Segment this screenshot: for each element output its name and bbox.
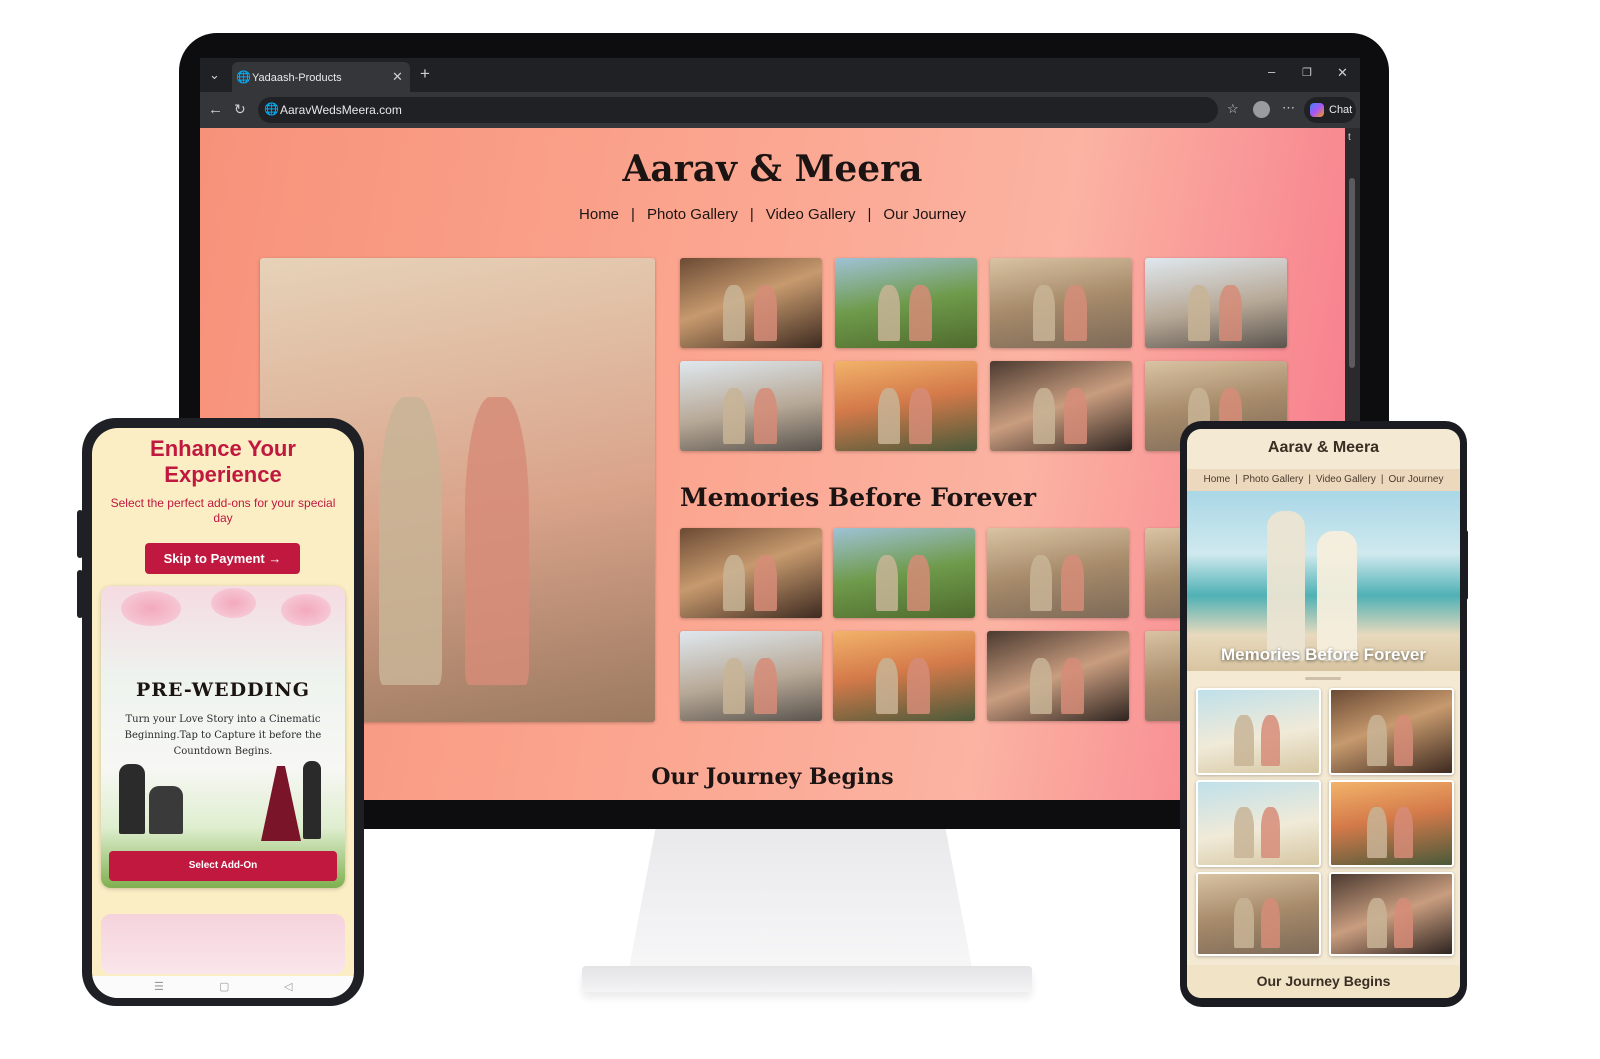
flower-decoration	[281, 594, 331, 626]
flower-decoration	[211, 588, 256, 618]
nav-separator: |	[1308, 474, 1311, 485]
globe-icon: 🌐	[236, 70, 251, 84]
camera-figure	[149, 786, 183, 834]
plus-icon[interactable]: +	[420, 64, 430, 84]
site-title: Aarav & Meera	[622, 148, 923, 190]
nav-video-gallery[interactable]: Video Gallery	[766, 206, 856, 223]
tablet-screen: Aarav & Meera Home | Photo Gallery | Video G…	[1187, 429, 1460, 998]
card-title: PRE-WEDDING	[135, 679, 310, 701]
gallery-photo[interactable]	[987, 528, 1129, 618]
website-page: Aarav & Meera Home | Photo Gallery | Video G…	[200, 128, 1345, 800]
gallery-photo[interactable]	[680, 528, 822, 618]
gallery-photo[interactable]	[680, 631, 822, 721]
nav-photo-gallery[interactable]: Photo Gallery	[647, 206, 738, 223]
more-icon[interactable]: ⋯	[1282, 100, 1295, 116]
nav-separator: |	[867, 206, 872, 223]
bride-figure	[261, 766, 301, 841]
gallery-photo[interactable]	[835, 361, 977, 451]
tablet-nav-photo-gallery[interactable]: Photo Gallery	[1243, 474, 1304, 485]
close-icon[interactable]: ✕	[392, 69, 403, 85]
address-bar[interactable]: 🌐 AaravWedsMeera.com	[258, 97, 1218, 123]
tablet-hero-caption: Memories Before Forever	[1220, 645, 1427, 664]
window-close-icon[interactable]: ✕	[1337, 65, 1348, 81]
gallery-photo[interactable]	[1196, 872, 1321, 956]
address-bar-row: ← ↻ 🌐 AaravWedsMeera.com ☆ ⋯ Chat	[200, 92, 1360, 128]
copilot-icon	[1310, 103, 1324, 117]
globe-icon: 🌐	[264, 102, 279, 116]
restore-icon[interactable]: ❐	[1302, 66, 1312, 79]
back-icon[interactable]: ←	[208, 101, 223, 118]
nav-separator: |	[1235, 474, 1238, 485]
gallery-photo[interactable]	[1196, 780, 1321, 867]
tablet-hero-photo[interactable]: Memories Before Forever	[1187, 491, 1460, 671]
site-nav: Home | Photo Gallery | Video Gallery | Our Jou…	[200, 206, 1345, 223]
section-journey-title: Our Journey Begins	[651, 764, 894, 790]
gallery-photo[interactable]	[1196, 688, 1321, 775]
card-description: Turn your Love Story into a Cinematic Be…	[124, 714, 322, 757]
gallery-photo[interactable]	[1329, 688, 1454, 775]
phone-subtitle: Select the perfect add-ons for your spec…	[110, 496, 336, 525]
photographer-figure	[119, 764, 145, 834]
monitor-stand	[628, 828, 973, 973]
drag-handle[interactable]	[1305, 677, 1341, 680]
gallery-photo[interactable]	[1145, 258, 1287, 348]
pre-wedding-card[interactable]: PRE-WEDDING Turn your Love Story into a …	[101, 586, 345, 888]
nav-our-journey[interactable]: Our Journey	[883, 206, 966, 223]
gallery-photo[interactable]	[1329, 872, 1454, 956]
gallery-photo[interactable]	[987, 631, 1129, 721]
tab-bar: ⌄ 🌐 Yadaash-Products ✕ + – ❐ ✕	[200, 58, 1360, 92]
groom-figure	[1267, 511, 1305, 661]
profile-icon[interactable]	[1253, 101, 1270, 118]
phone-side-button	[77, 510, 83, 558]
groom-figure	[303, 761, 321, 839]
phone-heading: Enhance Your Experience	[150, 436, 296, 487]
monitor-base	[582, 966, 1032, 992]
side-tab-char: t	[1348, 132, 1351, 143]
dropdown-icon[interactable]: ⌄	[209, 67, 220, 83]
tablet-nav-home[interactable]: Home	[1204, 474, 1231, 485]
tablet-nav-our-journey[interactable]: Our Journey	[1388, 474, 1443, 485]
minimize-icon[interactable]: –	[1268, 64, 1275, 79]
phone-side-button	[77, 570, 83, 618]
next-card-preview[interactable]	[101, 914, 345, 974]
reload-icon[interactable]: ↻	[234, 101, 246, 118]
skip-to-payment-button[interactable]: Skip to Payment →	[145, 543, 300, 574]
tab-title: Yadaash-Products	[252, 72, 342, 84]
gallery-photo[interactable]	[835, 258, 977, 348]
nav-separator: |	[631, 206, 635, 223]
tablet-nav-video-gallery[interactable]: Video Gallery	[1316, 474, 1376, 485]
nav-separator: |	[1380, 474, 1384, 485]
gallery-photo[interactable]	[1329, 780, 1454, 867]
gallery-photo[interactable]	[990, 258, 1132, 348]
gallery-photo[interactable]	[680, 258, 822, 348]
chat-label: Chat	[1329, 104, 1353, 116]
url-text: AaravWedsMeera.com	[280, 103, 402, 117]
chat-button[interactable]: Chat	[1304, 97, 1356, 123]
gallery-photo[interactable]	[990, 361, 1132, 451]
star-icon[interactable]: ☆	[1227, 101, 1239, 117]
bride-figure	[1317, 531, 1357, 661]
gallery-photo[interactable]	[680, 361, 822, 451]
flower-decoration	[121, 591, 181, 626]
gallery-photo[interactable]	[833, 631, 975, 721]
menu-icon[interactable]: ☰	[154, 980, 164, 993]
section-memories-title: Memories Before Forever	[680, 483, 1037, 512]
phone-screen: Enhance Your Experience Select the perfe…	[92, 428, 354, 998]
tablet-footer-title: Our Journey Begins	[1187, 965, 1460, 998]
back-icon[interactable]: ◁	[284, 980, 292, 993]
browser-tab[interactable]: 🌐 Yadaash-Products ✕	[232, 62, 410, 92]
tablet-site-title: Aarav & Meera	[1267, 439, 1380, 456]
phone-nav-bar: ☰ ▢ ◁	[92, 976, 354, 998]
nav-separator: |	[749, 206, 754, 223]
home-icon[interactable]: ▢	[219, 980, 229, 993]
scrollbar-thumb[interactable]	[1349, 178, 1355, 368]
gallery-photo[interactable]	[833, 528, 975, 618]
select-addon-button[interactable]: Select Add-On	[109, 851, 337, 881]
tablet-side-button	[1463, 530, 1468, 600]
nav-home[interactable]: Home	[579, 206, 619, 223]
tablet-nav: Home | Photo Gallery | Video Gallery | Our Jou…	[1187, 469, 1460, 491]
